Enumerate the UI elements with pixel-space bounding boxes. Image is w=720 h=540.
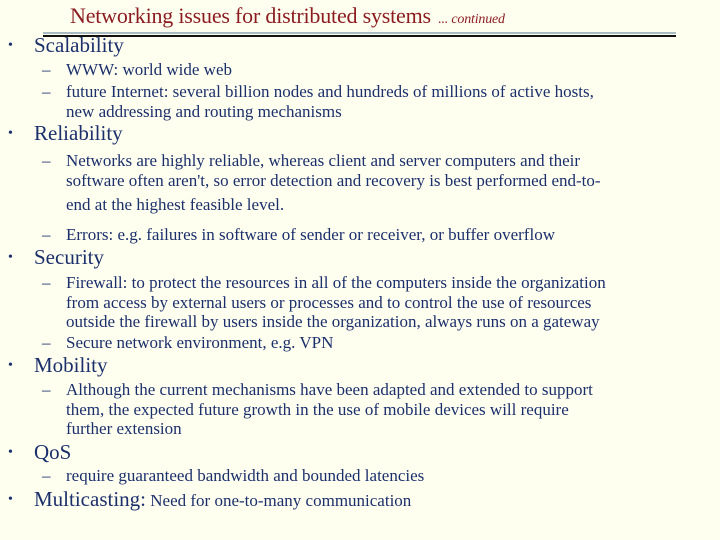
section-mobility: • Mobility bbox=[8, 353, 108, 378]
section-heading: QoS bbox=[34, 440, 72, 464]
item-line: end at the highest feasible level. bbox=[66, 195, 285, 214]
dash-icon: – bbox=[42, 333, 51, 352]
item-line: WWW: world wide web bbox=[66, 60, 233, 79]
dash-icon: – bbox=[42, 466, 51, 485]
section-heading-suffix: Need for one-to-many communication bbox=[146, 491, 412, 510]
bullet-icon: • bbox=[8, 126, 13, 141]
list-item: – Firewall: to protect the resources in … bbox=[42, 273, 702, 332]
bullet-icon: • bbox=[8, 250, 13, 265]
item-line: require guaranteed bandwidth and bounded… bbox=[66, 466, 425, 485]
section-heading: Reliability bbox=[34, 121, 123, 145]
item-line: software often aren't, so error detectio… bbox=[66, 170, 601, 190]
item-line: further extension bbox=[66, 419, 182, 438]
bullet-icon: • bbox=[8, 445, 13, 460]
list-item: – Although the current mechanisms have b… bbox=[42, 380, 702, 439]
list-item: – Errors: e.g. failures in software of s… bbox=[42, 225, 702, 245]
dash-icon: – bbox=[42, 380, 51, 399]
item-line: Errors: e.g. failures in software of sen… bbox=[66, 225, 555, 244]
bullet-icon: • bbox=[8, 38, 13, 53]
title-rule-dark bbox=[43, 35, 676, 37]
section-heading: Security bbox=[34, 245, 104, 269]
item-line: Networks are highly reliable, whereas cl… bbox=[66, 151, 581, 170]
bullet-icon: • bbox=[8, 358, 13, 373]
list-item: – Secure network environment, e.g. VPN bbox=[42, 333, 702, 353]
dash-icon: – bbox=[42, 273, 51, 292]
item-line: them, the expected future growth in the … bbox=[66, 399, 569, 419]
section-multicasting: • Multicasting: Need for one-to-many comm… bbox=[8, 487, 411, 512]
bullet-icon: • bbox=[8, 492, 13, 507]
section-scalability: • Scalability bbox=[8, 33, 124, 58]
list-item: – WWW: world wide web bbox=[42, 60, 702, 80]
title-rule-light bbox=[43, 32, 676, 34]
dash-icon: – bbox=[42, 60, 51, 79]
list-item: – require guaranteed bandwidth and bound… bbox=[42, 466, 702, 486]
section-security: • Security bbox=[8, 245, 104, 270]
dash-icon: – bbox=[42, 151, 51, 170]
item-line: Secure network environment, e.g. VPN bbox=[66, 333, 334, 352]
section-qos: • QoS bbox=[8, 440, 71, 465]
dash-icon: – bbox=[42, 225, 51, 244]
slide-title: Networking issues for distributed system… bbox=[70, 3, 505, 29]
item-line: future Internet: several billion nodes a… bbox=[66, 82, 594, 101]
item-line: new addressing and routing mechanisms bbox=[66, 101, 342, 121]
item-line: from access by external users or process… bbox=[66, 292, 592, 312]
dash-icon: – bbox=[42, 82, 51, 101]
title-text: Networking issues for distributed system… bbox=[70, 3, 431, 28]
section-reliability: • Reliability bbox=[8, 121, 123, 146]
section-heading: Mobility bbox=[34, 353, 108, 377]
item-line: outside the firewall by users inside the… bbox=[66, 312, 600, 331]
section-heading: Scalability bbox=[34, 33, 124, 57]
list-item: – Networks are highly reliable, whereas … bbox=[42, 151, 702, 219]
item-line: Firewall: to protect the resources in al… bbox=[66, 273, 606, 292]
section-heading: Multicasting: bbox=[34, 487, 146, 511]
list-item: – future Internet: several billion nodes… bbox=[42, 82, 702, 121]
item-line: Although the current mechanisms have bee… bbox=[66, 380, 593, 399]
title-suffix: ... continued bbox=[438, 12, 505, 27]
